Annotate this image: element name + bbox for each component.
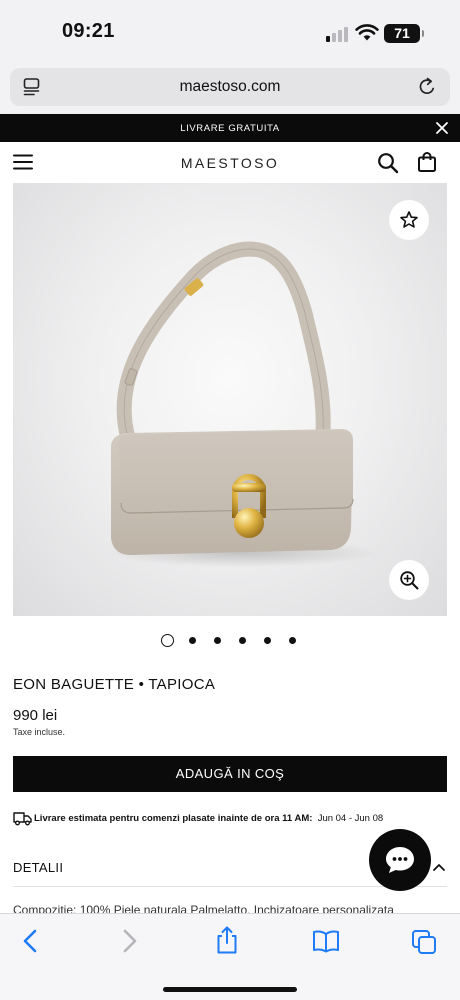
carousel-dot[interactable] [189,637,196,644]
zoom-button[interactable] [389,560,429,600]
wifi-icon [355,24,379,41]
zoom-in-icon [400,571,419,590]
page: 09:21 71 maestoso.com LIVRARE GRATUITA M… [0,0,460,1000]
favorite-button[interactable] [389,200,429,240]
address-bar[interactable]: maestoso.com [10,68,450,106]
product-title: EON BAGUETTE • TAPIOCA [13,676,216,693]
carousel-dots [161,634,301,648]
tax-note: Taxe incluse. [13,727,66,737]
star-icon [400,211,418,228]
carousel-dot[interactable] [264,637,271,644]
cellular-signal-icon [326,26,350,42]
add-to-cart-button[interactable]: ADAUGĂ IN COŞ [13,756,447,792]
handbag-illustration [108,241,378,567]
browser-bar: maestoso.com [0,62,460,114]
share-icon[interactable] [214,925,240,955]
bookmarks-icon[interactable] [312,929,340,953]
url-text[interactable]: maestoso.com [10,78,450,96]
close-icon[interactable] [435,121,449,135]
site-header: MAESTOSO [0,142,460,183]
forward-icon[interactable] [118,928,140,954]
delivery-text: Livrare estimata pentru comenzi plasate … [34,813,383,824]
chevron-up-icon[interactable] [432,862,446,872]
product-price: 990 lei [13,707,58,724]
tabs-icon[interactable] [411,929,437,955]
browser-toolbar [0,913,460,1000]
delivery-dates: Jun 04 - Jun 08 [317,813,384,824]
divider [13,886,447,887]
bag-icon[interactable] [417,151,437,173]
battery-indicator: 71 [384,24,424,43]
product-image[interactable] [13,183,447,616]
home-indicator [163,987,297,992]
carousel-dot[interactable] [239,637,246,644]
carousel-dot[interactable] [161,634,174,647]
status-bar: 09:21 71 [0,0,460,62]
search-icon[interactable] [377,152,399,174]
delivery-prefix: Livrare estimata pentru comenzi plasate … [34,813,313,824]
delivery-estimate: Livrare estimata pentru comenzi plasate … [13,811,453,827]
details-accordion[interactable]: DETALII [13,860,63,875]
back-icon[interactable] [20,928,42,954]
chat-button[interactable] [369,829,431,891]
truck-icon [13,812,32,826]
reload-icon[interactable] [416,76,438,98]
chat-icon [386,847,414,873]
carousel-dot[interactable] [214,637,221,644]
carousel-dot[interactable] [289,637,296,644]
promo-banner: LIVRARE GRATUITA [0,114,460,142]
promo-text: LIVRARE GRATUITA [180,123,280,134]
status-time: 09:21 [62,20,115,42]
